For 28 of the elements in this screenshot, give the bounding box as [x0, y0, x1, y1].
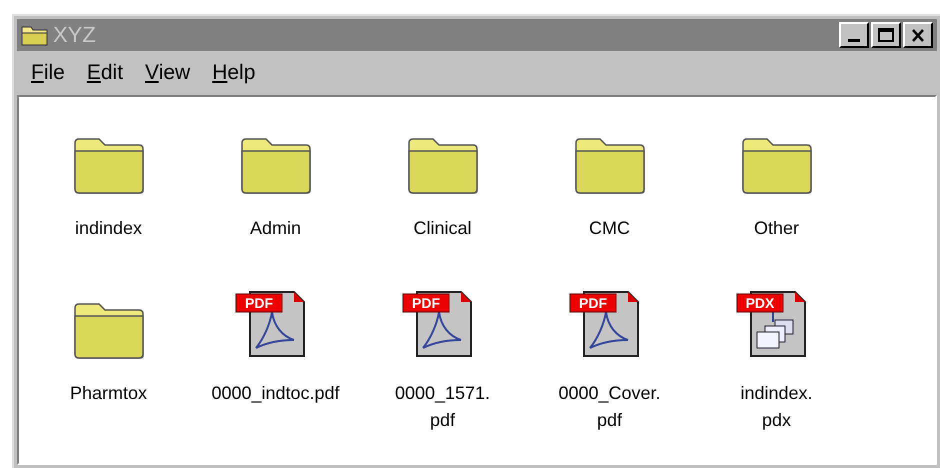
- file-label: indindex. pdx: [740, 382, 813, 432]
- folder-icon: [21, 24, 49, 46]
- folder-icon: [72, 302, 144, 360]
- menu-item[interactable]: Help: [212, 57, 256, 89]
- file-label: indindex: [74, 217, 142, 240]
- minimize-button[interactable]: [839, 22, 869, 48]
- menu-item[interactable]: Edit: [86, 57, 124, 89]
- folder-icon: [406, 137, 478, 195]
- minimize-icon: [848, 39, 860, 42]
- file-label: Pharmtox: [70, 382, 148, 405]
- file-label: Clinical: [413, 217, 472, 240]
- file-label: 0000_Cover. pdf: [558, 382, 661, 432]
- folder-icon: [574, 137, 646, 195]
- maximize-icon: [878, 28, 894, 42]
- folder-icon: [240, 137, 312, 195]
- window-title: XYZ: [53, 24, 96, 46]
- file-label: Admin: [250, 217, 302, 240]
- folder-icon: [740, 137, 812, 195]
- file-label: 0000_indtoc.pdf: [211, 382, 340, 405]
- close-button[interactable]: [903, 22, 933, 48]
- file-label: 0000_1571. pdf: [394, 382, 490, 432]
- menu-item[interactable]: File: [31, 57, 65, 89]
- file-label: Other: [754, 217, 800, 240]
- file-label: CMC: [589, 217, 630, 240]
- maximize-button[interactable]: [871, 22, 901, 48]
- menu-item[interactable]: View: [145, 57, 190, 89]
- folder-icon: [72, 137, 144, 195]
- close-icon: [911, 28, 925, 42]
